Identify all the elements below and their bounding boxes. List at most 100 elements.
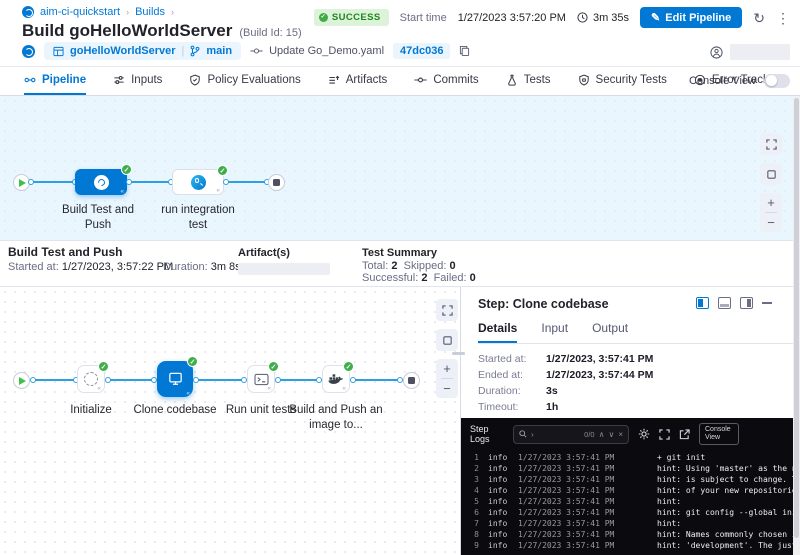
step-panel-title: Step: Clone codebase bbox=[478, 297, 609, 311]
commit-info: Update Go_Demo.yaml bbox=[250, 45, 384, 57]
user-icon[interactable] bbox=[710, 46, 723, 59]
tests-flask-icon bbox=[506, 74, 518, 86]
log-search-box[interactable]: › 0/0 ∧ ∨ × bbox=[513, 425, 629, 444]
split-left-view-icon[interactable] bbox=[696, 297, 709, 309]
fit-to-screen-button[interactable] bbox=[760, 163, 782, 185]
fit-square-icon bbox=[766, 169, 777, 180]
tab-input[interactable]: Input bbox=[541, 321, 568, 343]
console-view-button[interactable]: Console View bbox=[699, 423, 739, 445]
fullscreen-button[interactable] bbox=[760, 133, 782, 155]
fullscreen-button[interactable] bbox=[436, 299, 458, 321]
step-label[interactable]: Build and Push an image to... bbox=[280, 403, 392, 433]
minimize-panel-icon[interactable] bbox=[762, 302, 772, 304]
step-start-node[interactable] bbox=[13, 372, 30, 389]
split-bottom-view-icon[interactable] bbox=[718, 297, 731, 309]
console-view-label: Console View bbox=[689, 75, 756, 87]
commit-icon bbox=[250, 46, 263, 56]
step-node-clone-codebase[interactable]: « bbox=[157, 361, 193, 397]
panel-resize-handle[interactable] bbox=[452, 352, 465, 355]
repo-branch-pill[interactable]: goHelloWorldServer | main bbox=[44, 42, 241, 60]
stage-node-build-test-push[interactable]: « bbox=[75, 169, 127, 195]
clock-icon bbox=[577, 12, 588, 23]
repo-name[interactable]: goHelloWorldServer bbox=[70, 45, 176, 57]
repo-row: goHelloWorldServer | main Update Go_Demo… bbox=[22, 42, 470, 60]
clone-codebase-icon bbox=[167, 371, 184, 387]
step-node-initialize[interactable]: « bbox=[77, 365, 105, 393]
tab-details[interactable]: Details bbox=[478, 321, 517, 343]
stage-info-title: Build Test and Push bbox=[8, 245, 122, 259]
zoom-controls: + − bbox=[436, 359, 458, 398]
fit-to-screen-button[interactable] bbox=[436, 329, 458, 351]
elapsed-time: 3m 35s bbox=[577, 12, 629, 24]
open-in-new-button[interactable] bbox=[679, 429, 690, 440]
step-node-run-unit-tests[interactable]: « bbox=[247, 365, 275, 393]
search-prev-icon[interactable]: ∧ bbox=[599, 430, 605, 439]
tab-output[interactable]: Output bbox=[592, 321, 628, 343]
detail-row-duration: Duration: 3s bbox=[478, 385, 558, 397]
redacted-username bbox=[730, 44, 790, 60]
user-area bbox=[710, 44, 790, 60]
split-right-view-icon[interactable] bbox=[740, 297, 753, 309]
success-check-icon bbox=[268, 361, 279, 372]
zoom-out-button[interactable]: − bbox=[443, 379, 451, 398]
console-view-toggle[interactable] bbox=[764, 74, 790, 88]
terminal-icon bbox=[254, 373, 269, 386]
console-title: Step Logs bbox=[470, 424, 504, 445]
start-time-value: 1/27/2023 3:57:20 PM bbox=[458, 12, 566, 24]
step-end-node[interactable] bbox=[403, 372, 420, 389]
substeps-indicator: « bbox=[342, 385, 346, 392]
copy-icon[interactable] bbox=[459, 45, 470, 57]
log-line: 7info1/27/2023 3:57:41 PMhint: bbox=[467, 518, 800, 529]
tab-inputs[interactable]: Inputs bbox=[113, 67, 162, 95]
log-fullscreen-button[interactable] bbox=[659, 429, 670, 440]
pipeline-icon bbox=[24, 74, 36, 86]
edit-pipeline-button[interactable]: ✎ Edit Pipeline bbox=[640, 7, 742, 28]
harness-logo-icon bbox=[22, 45, 35, 58]
substeps-indicator: « bbox=[216, 187, 220, 194]
search-icon bbox=[519, 430, 527, 438]
breadcrumb-builds[interactable]: Builds bbox=[135, 6, 165, 18]
tab-tests[interactable]: Tests bbox=[506, 67, 551, 95]
kebab-menu-button[interactable]: ⋮ bbox=[776, 11, 790, 25]
refresh-button[interactable]: ↻ bbox=[753, 11, 765, 25]
branch-name[interactable]: main bbox=[206, 45, 232, 57]
commits-icon bbox=[414, 75, 427, 85]
success-check-icon bbox=[217, 165, 228, 176]
fullscreen-icon bbox=[659, 429, 670, 440]
commit-sha[interactable]: 47dc036 bbox=[393, 43, 450, 59]
tab-security-tests[interactable]: Security Tests bbox=[578, 67, 667, 95]
zoom-in-button[interactable]: + bbox=[443, 359, 451, 378]
zoom-in-button[interactable]: + bbox=[767, 193, 775, 212]
step-node-build-and-push[interactable]: « bbox=[322, 365, 350, 393]
stage-started-at: Started at: 1/27/2023, 3:57:22 PM bbox=[8, 261, 173, 273]
stage-canvas-controls: + − bbox=[760, 133, 782, 232]
search-next-icon[interactable]: ∨ bbox=[608, 430, 614, 439]
stage-end-node[interactable] bbox=[268, 174, 285, 191]
log-settings-button[interactable] bbox=[638, 428, 650, 440]
tab-pipeline[interactable]: Pipeline bbox=[24, 67, 86, 95]
step-edge-5 bbox=[354, 379, 399, 381]
substeps-indicator: « bbox=[267, 385, 271, 392]
stage-edge-1 bbox=[32, 181, 74, 183]
stage-node-run-integration-test[interactable]: « bbox=[172, 169, 224, 195]
check-icon: ✓ bbox=[319, 13, 328, 22]
commit-message: Update Go_Demo.yaml bbox=[269, 45, 384, 57]
stage-label[interactable]: Build Test and Push bbox=[54, 203, 142, 233]
search-close-icon[interactable]: × bbox=[618, 430, 623, 439]
tab-artifacts[interactable]: Artifacts bbox=[328, 67, 388, 95]
artifacts-label: Artifact(s) bbox=[238, 247, 290, 259]
log-line: 3info1/27/2023 3:57:41 PMhint: is subjec… bbox=[467, 474, 800, 485]
external-link-icon bbox=[679, 429, 690, 440]
step-details-panel: Step: Clone codebase Details Input Outpu… bbox=[461, 287, 800, 555]
zoom-out-button[interactable]: − bbox=[767, 213, 775, 232]
page-scrollbar[interactable] bbox=[793, 96, 800, 555]
tab-policy-evaluations[interactable]: Policy Evaluations bbox=[189, 67, 300, 95]
stage-label[interactable]: run integration test bbox=[152, 203, 244, 233]
play-icon bbox=[19, 179, 26, 187]
search-input[interactable] bbox=[538, 429, 581, 439]
test-summary-title: Test Summary bbox=[362, 247, 437, 259]
magnifier-icon bbox=[195, 178, 200, 183]
breadcrumb-project[interactable]: aim-ci-quickstart bbox=[40, 6, 120, 18]
scrollbar-thumb[interactable] bbox=[794, 98, 799, 538]
tab-commits[interactable]: Commits bbox=[414, 67, 478, 95]
